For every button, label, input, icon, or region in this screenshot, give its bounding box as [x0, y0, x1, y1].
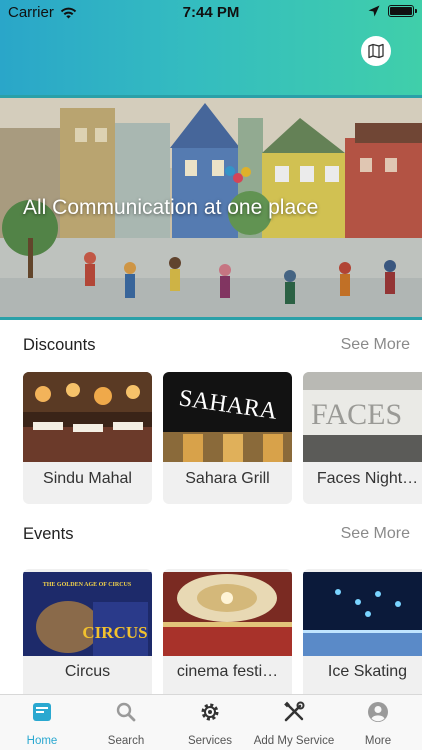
discount-card-label: Faces Night…: [316, 470, 419, 487]
status-right: [368, 5, 417, 17]
profile-icon: [368, 702, 388, 722]
discount-card[interactable]: FACES Faces Night…: [303, 372, 422, 504]
circus-tagline-text: THE GOLDEN AGE OF CIRCUS: [43, 582, 132, 588]
discount-card-label: Sindu Mahal: [43, 470, 132, 487]
tab-search-label: Search: [107, 735, 145, 747]
map-icon: [368, 43, 384, 59]
discounts-row: Sindu Mahal SAHARA Sahara Grill FACES Fa…: [23, 372, 422, 506]
tab-add-my-service[interactable]: Add My Service: [252, 695, 336, 750]
status-bar: Carrier 7:44 PM: [0, 0, 422, 24]
circus-poster-image: THE GOLDEN AGE OF CIRCUS CIRCUS: [23, 572, 152, 656]
tab-search[interactable]: Search: [84, 695, 168, 750]
discount-card-label: Sahara Grill: [185, 470, 270, 487]
location-arrow-icon: [368, 5, 380, 17]
restaurant-image: SAHARA: [163, 372, 292, 462]
event-card-label: Ice Skating: [327, 663, 408, 680]
circus-title-text: CIRCUS: [82, 623, 147, 642]
tab-more-label: More: [364, 735, 392, 747]
events-row: THE GOLDEN AGE OF CIRCUS CIRCUS Circus c…: [23, 569, 422, 694]
event-card-label: cinema festi…: [176, 663, 279, 680]
discount-card[interactable]: SAHARA Sahara Grill: [163, 372, 292, 504]
events-see-more-link[interactable]: See More: [341, 525, 410, 543]
bottom-tab-bar: Home Search Services Add My Service More: [0, 694, 422, 750]
tab-home-label: Home: [26, 735, 58, 747]
search-icon: [116, 702, 136, 722]
tab-services-label: Services: [187, 735, 233, 747]
tab-home[interactable]: Home: [0, 695, 84, 750]
map-button[interactable]: [361, 36, 391, 66]
status-time: 7:44 PM: [182, 4, 240, 21]
restaurant-image: [23, 372, 152, 462]
event-card[interactable]: Ice Skating: [303, 569, 422, 694]
hero-banner[interactable]: All Communication at one place: [0, 95, 422, 320]
app-header: Carrier 7:44 PM: [0, 0, 422, 95]
discounts-see-more-link[interactable]: See More: [341, 336, 410, 354]
banner-caption: All Communication at one place: [23, 196, 319, 219]
ice-skating-image: [303, 572, 422, 656]
battery-icon: [388, 5, 417, 17]
tools-icon: [284, 701, 305, 722]
events-title: Events: [23, 525, 74, 543]
event-card-label: Circus: [64, 663, 111, 680]
gear-icon: [201, 703, 219, 721]
discount-card[interactable]: Sindu Mahal: [23, 372, 152, 504]
theater-image: [163, 572, 292, 656]
event-card[interactable]: THE GOLDEN AGE OF CIRCUS CIRCUS Circus: [23, 569, 152, 694]
discounts-title: Discounts: [23, 336, 96, 354]
event-card[interactable]: cinema festi…: [163, 569, 292, 694]
nightclub-image: FACES: [303, 372, 422, 462]
home-icon: [33, 703, 51, 721]
tab-more[interactable]: More: [336, 695, 420, 750]
tab-services[interactable]: Services: [168, 695, 252, 750]
tab-add-my-service-label: Add My Service: [253, 735, 335, 747]
faces-sign-text: FACES: [311, 398, 402, 431]
